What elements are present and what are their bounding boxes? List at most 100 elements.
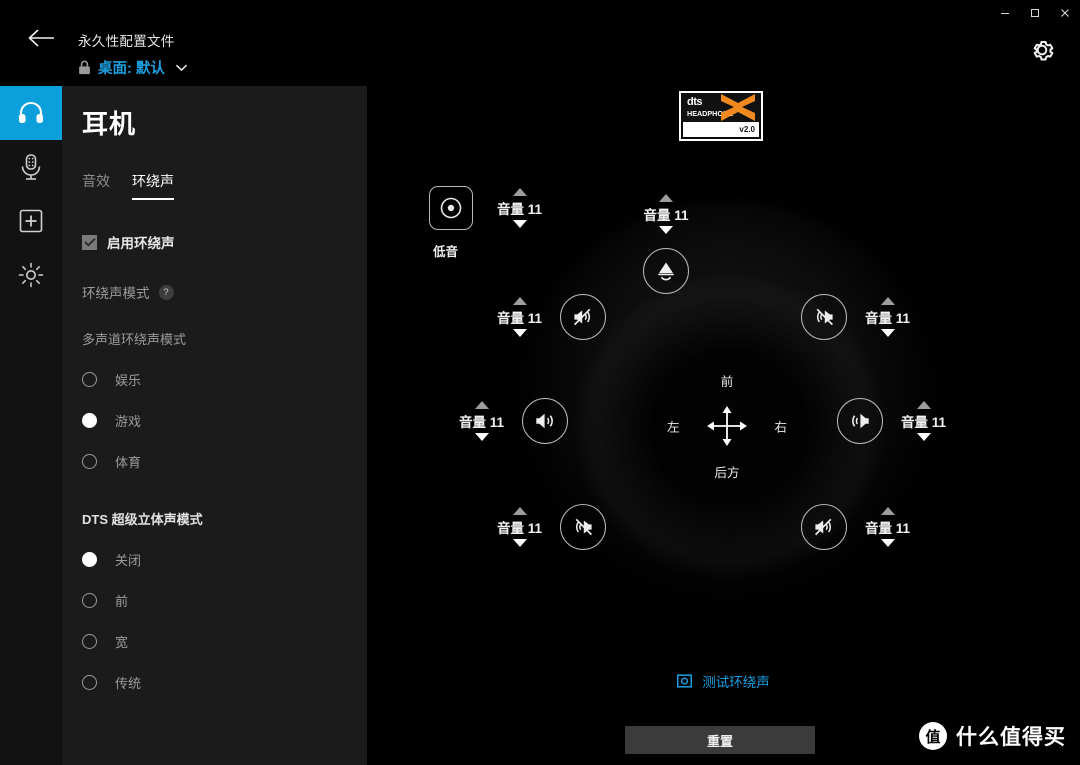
radio-dts-classic[interactable]: 传统 [82, 673, 367, 692]
subwoofer-caption: 低音 [433, 245, 459, 259]
volume-up-button[interactable] [659, 194, 673, 202]
rear-right-volume: 音量 11 [865, 507, 910, 547]
radio-indicator[interactable] [82, 634, 97, 649]
compass-rear-label: 后方 [714, 466, 740, 480]
settings-button[interactable] [1028, 36, 1056, 64]
volume-value: 音量 11 [643, 208, 689, 223]
sidebar-item-lighting[interactable] [0, 248, 62, 302]
volume-up-button[interactable] [512, 507, 527, 515]
speaker-rear-left[interactable]: 音量 11 [497, 504, 607, 550]
center-speaker-glyph-icon [658, 262, 674, 281]
volume-down-button[interactable] [659, 226, 673, 234]
speaker-active-icon[interactable] [522, 398, 569, 444]
subwoofer-glyph-icon [440, 197, 462, 219]
side-left-volume: 音量 11 [459, 401, 504, 441]
volume-up-button[interactable] [880, 297, 895, 305]
microphone-icon [21, 154, 41, 180]
multichannel-group-label: 多声道环绕声模式 [82, 332, 187, 347]
front-right-volume: 音量 11 [865, 297, 910, 337]
speaker-muted-icon[interactable] [560, 294, 607, 340]
radio-multichannel-game[interactable]: 游戏 [82, 411, 367, 430]
volume-up-button[interactable] [474, 401, 489, 409]
tab-bar: 音效 环绕声 [82, 171, 367, 200]
radio-label: 游戏 [115, 414, 142, 429]
volume-up-button[interactable] [880, 507, 895, 515]
profile-name: 桌面: 默认 [98, 61, 165, 77]
speaker-muted-icon[interactable] [560, 504, 607, 550]
rear-left-volume: 音量 11 [497, 507, 542, 547]
speaker-muted-icon[interactable] [801, 504, 847, 550]
speaker-side-left[interactable]: 音量 11 [459, 398, 569, 444]
sidebar-item-headset[interactable] [0, 86, 62, 140]
volume-up-button[interactable] [512, 188, 527, 196]
radio-indicator[interactable] [82, 454, 97, 469]
test-surround-button[interactable]: 测试环绕声 [367, 671, 1080, 691]
volume-up-button[interactable] [916, 401, 931, 409]
radio-dts-front[interactable]: 前 [82, 591, 367, 610]
radio-indicator[interactable] [82, 413, 97, 428]
radio-multichannel-sports[interactable]: 体育 [82, 452, 367, 471]
orientation-compass[interactable]: 前 后方 左 右 [667, 371, 787, 481]
radio-indicator[interactable] [82, 593, 97, 608]
radio-indicator[interactable] [82, 552, 97, 567]
radio-multichannel-entertainment[interactable]: 娱乐 [82, 370, 367, 389]
radio-label: 关闭 [115, 553, 142, 568]
title-bar [0, 0, 1080, 26]
enable-surround-row[interactable]: 启用环绕声 [82, 232, 367, 252]
volume-down-button[interactable] [880, 329, 895, 337]
watermark-text: 什么值得买 [956, 726, 1066, 749]
speaker-rear-right[interactable]: 音量 11 [801, 504, 910, 550]
center-speaker-icon[interactable] [643, 248, 689, 294]
move-arrows-icon[interactable] [705, 404, 749, 448]
volume-value: 音量 11 [497, 202, 543, 217]
center-volume: 音量 11 [643, 194, 689, 234]
profile-selector[interactable]: 桌面: 默认 [78, 57, 188, 78]
sidebar-item-add-device[interactable] [0, 194, 62, 248]
speaker-front-right[interactable]: 音量 11 [801, 294, 910, 340]
test-surround-label: 测试环绕声 [702, 675, 770, 690]
dts-logo-top: dts HEADPHONE [681, 93, 761, 122]
volume-down-button[interactable] [880, 539, 895, 547]
close-button[interactable] [1050, 0, 1080, 26]
reset-button[interactable]: 重置 [625, 726, 815, 754]
surround-stage: dts HEADPHONE v2.0 音量 11 低音 音量 11 音量 11 … [367, 86, 1080, 765]
radio-label: 传统 [115, 676, 142, 691]
volume-down-button[interactable] [916, 433, 931, 441]
surround-mode-section: 环绕声模式 ? [82, 282, 367, 302]
volume-down-button[interactable] [474, 433, 489, 441]
volume-up-button[interactable] [512, 297, 527, 305]
minimize-button[interactable] [990, 0, 1020, 26]
speaker-subwoofer[interactable]: 音量 11 [429, 186, 542, 230]
volume-down-button[interactable] [512, 539, 527, 547]
subwoofer-icon[interactable] [429, 186, 473, 230]
radio-dts-wide[interactable]: 宽 [82, 632, 367, 651]
back-button[interactable] [20, 16, 64, 60]
compass-right-label: 右 [774, 420, 787, 435]
speaker-active-icon[interactable] [837, 398, 883, 444]
tab-surround[interactable]: 环绕声 [132, 171, 174, 200]
radio-indicator[interactable] [82, 372, 97, 387]
speaker-muted-icon[interactable] [801, 294, 847, 340]
volume-down-button[interactable] [512, 220, 527, 228]
speaker-muted-glyph-icon [575, 518, 593, 536]
speaker-center[interactable]: 音量 11 [643, 194, 689, 294]
speaker-front-left[interactable]: 音量 11 [497, 294, 607, 340]
test-sound-icon [677, 674, 693, 688]
radio-indicator[interactable] [82, 675, 97, 690]
help-icon[interactable]: ? [158, 284, 174, 300]
enable-surround-label: 启用环绕声 [107, 236, 175, 251]
radio-dts-off[interactable]: 关闭 [82, 550, 367, 569]
radio-label: 前 [115, 594, 129, 609]
brightness-icon [18, 262, 44, 288]
compass-front-label: 前 [720, 375, 734, 389]
minimize-icon [1001, 13, 1009, 14]
volume-down-button[interactable] [512, 329, 527, 337]
tab-audio-effects[interactable]: 音效 [82, 171, 110, 200]
watermark: 值 什么值得买 [919, 721, 1066, 751]
enable-surround-checkbox[interactable] [82, 234, 97, 250]
chevron-down-icon [175, 64, 188, 72]
speaker-side-right[interactable]: 音量 11 [837, 398, 946, 444]
radio-label: 体育 [115, 455, 142, 470]
maximize-button[interactable] [1020, 0, 1050, 26]
sidebar-item-microphone[interactable] [0, 140, 62, 194]
